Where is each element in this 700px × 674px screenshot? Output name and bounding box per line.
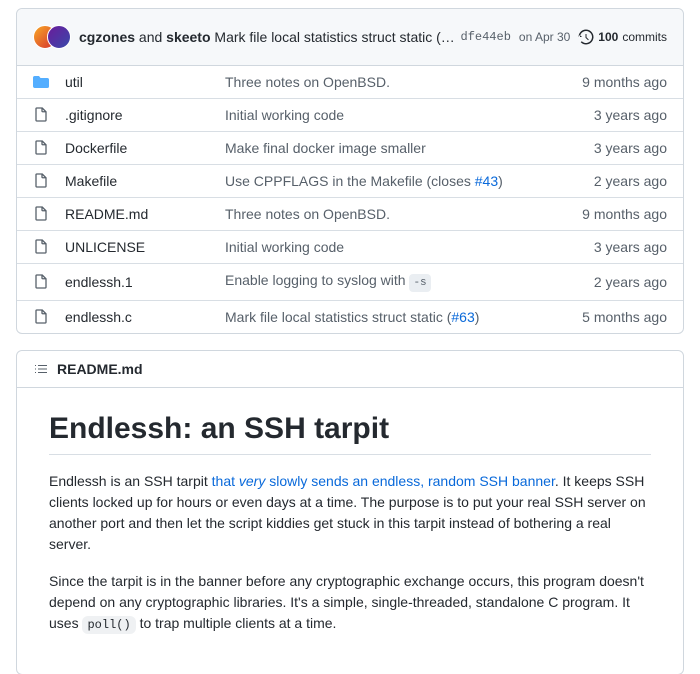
file-age: 3 years ago (557, 107, 667, 123)
file-row: UNLICENSEInitial working code3 years ago (17, 230, 683, 263)
file-name[interactable]: endlessh.1 (65, 274, 225, 290)
file-name[interactable]: Dockerfile (65, 140, 225, 156)
readme-body: Endlessh: an SSH tarpit Endlessh is an S… (17, 388, 683, 674)
file-row: MakefileUse CPPFLAGS in the Makefile (cl… (17, 164, 683, 197)
file-row: .gitignoreInitial working code3 years ag… (17, 98, 683, 131)
file-icon (33, 309, 49, 325)
file-age: 9 months ago (557, 74, 667, 90)
latest-commit-bar: cgzones and skeeto Mark file local stati… (17, 9, 683, 66)
flag-tag: -s (409, 274, 430, 292)
text: Mark file local statistics struct static… (214, 29, 454, 45)
commit-count: 100 (598, 30, 618, 44)
author-link[interactable]: cgzones (79, 29, 135, 45)
issue-link[interactable]: #43 (475, 173, 498, 189)
paragraph: Endlessh is an SSH tarpit that very slow… (49, 471, 651, 555)
readme-box: README.md Endlessh: an SSH tarpit Endles… (16, 350, 684, 674)
file-name[interactable]: README.md (65, 206, 225, 222)
paragraph: Since the tarpit is in the banner before… (49, 571, 651, 634)
file-row: DockerfileMake final docker image smalle… (17, 131, 683, 164)
commit-date: on Apr 30 (519, 30, 570, 44)
file-icon (33, 140, 49, 156)
list-icon[interactable] (33, 361, 49, 377)
readme-filename[interactable]: README.md (57, 361, 143, 377)
file-name[interactable]: util (65, 74, 225, 90)
file-icon (33, 107, 49, 123)
file-row: endlessh.1Enable logging to syslog with … (17, 263, 683, 300)
text: commits (622, 30, 667, 44)
author-avatars[interactable] (33, 25, 71, 49)
commit-message[interactable]: Enable logging to syslog with -s (225, 272, 557, 292)
file-icon (33, 274, 49, 290)
commit-message[interactable]: Initial working code (225, 239, 557, 255)
file-age: 2 years ago (557, 173, 667, 189)
file-icon (33, 173, 49, 189)
file-age: 3 years ago (557, 140, 667, 156)
history-icon (578, 29, 594, 45)
file-row: utilThree notes on OpenBSD.9 months ago (17, 66, 683, 98)
file-icon (33, 206, 49, 222)
commit-message[interactable]: Three notes on OpenBSD. (225, 206, 557, 222)
link-banner[interactable]: that very slowly sends an endless, rando… (212, 473, 555, 489)
file-name[interactable]: .gitignore (65, 107, 225, 123)
file-name[interactable]: endlessh.c (65, 309, 225, 325)
text: and (139, 29, 162, 45)
file-list: utilThree notes on OpenBSD.9 months ago.… (17, 66, 683, 333)
folder-icon (33, 74, 49, 90)
file-icon (33, 239, 49, 255)
code-poll: poll() (82, 616, 135, 634)
file-age: 2 years ago (557, 274, 667, 290)
file-name[interactable]: Makefile (65, 173, 225, 189)
issue-link[interactable]: #63 (451, 309, 474, 325)
commit-message[interactable]: cgzones and skeeto Mark file local stati… (79, 29, 461, 45)
commit-message[interactable]: Use CPPFLAGS in the Makefile (closes #43… (225, 173, 557, 189)
commit-sha[interactable]: dfe44eb (461, 30, 511, 44)
commit-message[interactable]: Mark file local statistics struct static… (225, 309, 557, 325)
commit-message[interactable]: Initial working code (225, 107, 557, 123)
file-row: endlessh.cMark file local statistics str… (17, 300, 683, 333)
file-age: 5 months ago (557, 309, 667, 325)
avatar (47, 25, 71, 49)
commits-link[interactable]: 100 commits (578, 29, 667, 45)
author-link[interactable]: skeeto (166, 29, 210, 45)
file-age: 3 years ago (557, 239, 667, 255)
file-age: 9 months ago (557, 206, 667, 222)
commit-message[interactable]: Make final docker image smaller (225, 140, 557, 156)
file-name[interactable]: UNLICENSE (65, 239, 225, 255)
readme-title: Endlessh: an SSH tarpit (49, 412, 651, 455)
file-row: README.mdThree notes on OpenBSD.9 months… (17, 197, 683, 230)
commit-message[interactable]: Three notes on OpenBSD. (225, 74, 557, 90)
readme-header: README.md (17, 351, 683, 388)
